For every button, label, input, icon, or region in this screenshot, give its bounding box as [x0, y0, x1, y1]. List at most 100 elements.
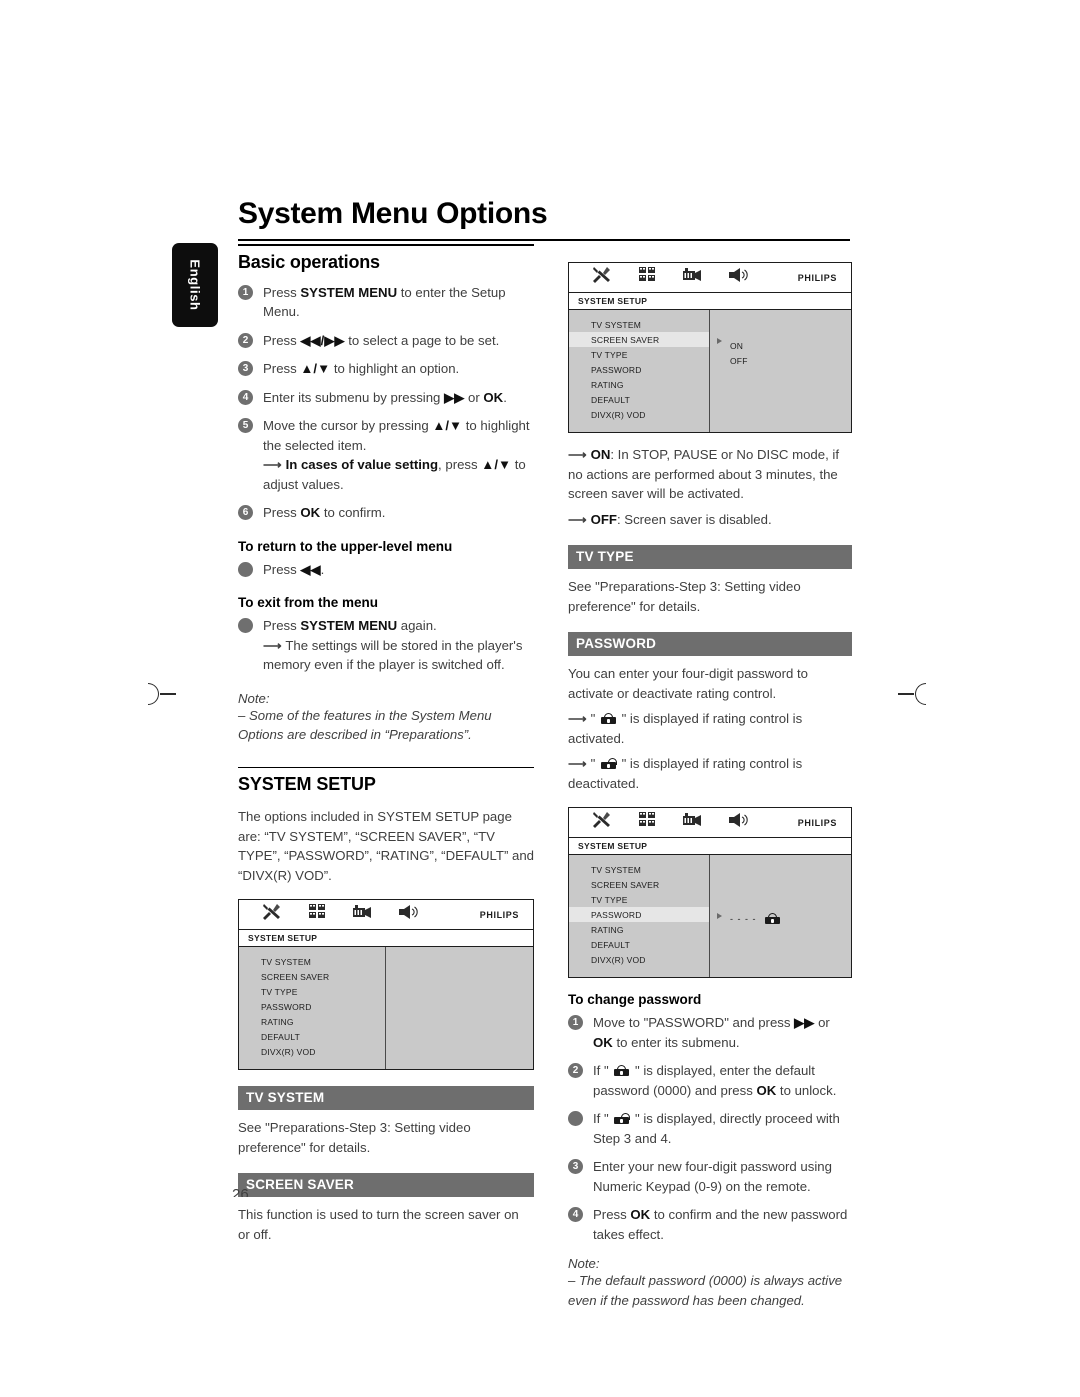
- osd-menu-item[interactable]: SCREEN SAVER: [239, 969, 385, 984]
- step-text: If " " is displayed, enter the default p…: [593, 1063, 837, 1098]
- step-marker: 1: [568, 1015, 583, 1030]
- osd-menu-item[interactable]: PASSWORD: [239, 999, 385, 1014]
- password-deactivated-desc: ⟶ " " is displayed if rating control is …: [568, 756, 803, 791]
- osd-menu-list: TV SYSTEM SCREEN SAVER TV TYPE PASSWORD …: [569, 855, 710, 977]
- language-tab: English: [172, 243, 218, 327]
- tools-icon: [579, 811, 625, 834]
- tv-type-text: See "Preparations-Step 3: Setting video …: [568, 579, 801, 614]
- screen-saver-off-desc: ⟶ OFF: Screen saver is disabled.: [568, 511, 772, 527]
- osd-menu-item[interactable]: RATING: [569, 377, 709, 392]
- osd-menu-item[interactable]: DEFAULT: [569, 392, 709, 407]
- philips-logo: PHILIPS: [797, 817, 837, 828]
- tv-type-band: TV TYPE: [568, 545, 852, 569]
- osd-submenu-item[interactable]: OFF: [710, 353, 851, 368]
- step-item: 4 Enter its submenu by pressing ▶▶ or OK…: [238, 388, 534, 408]
- osd-password-field[interactable]: - - - -: [710, 913, 851, 924]
- osd-submenu: [386, 947, 533, 1069]
- step-item: 5 Move the cursor by pressing ▲/▼ to hig…: [238, 416, 534, 494]
- step-item: 1 Press SYSTEM MENU to enter the Setup M…: [238, 283, 534, 322]
- step-marker: 3: [238, 361, 253, 376]
- osd-menu-item[interactable]: DIVX(R) VOD: [569, 407, 709, 422]
- osd-menu-item-selected[interactable]: PASSWORD: [569, 907, 709, 922]
- step-item: If " " is displayed, directly proceed wi…: [568, 1109, 852, 1148]
- step-text: Move the cursor by pressing ▲/▼ to highl…: [263, 418, 530, 492]
- preference-grid-icon: [295, 904, 341, 925]
- step-text: Press ◀◀/▶▶ to select a page to be set.: [263, 332, 500, 348]
- screen-saver-on-desc: ⟶ ON: In STOP, PAUSE or No DISC mode, if…: [568, 447, 840, 501]
- step-text: Enter your new four-digit password using…: [593, 1159, 832, 1194]
- audio-speaker-icon: [387, 904, 433, 925]
- osd-password-mask: - - - -: [730, 913, 757, 924]
- osd-panes: TV SYSTEM SCREEN SAVER TV TYPE PASSWORD …: [239, 947, 533, 1069]
- change-password-heading: To change password: [568, 992, 702, 1007]
- osd-icon-bar: PHILIPS: [239, 900, 533, 930]
- osd-menu-item[interactable]: DEFAULT: [569, 937, 709, 952]
- page-number: 26: [232, 1186, 249, 1197]
- title-divider: [238, 239, 850, 241]
- step-text: Press ▲/▼ to highlight an option.: [263, 361, 460, 376]
- osd-menu-item[interactable]: PASSWORD: [569, 362, 709, 377]
- osd-cursor-arrow-icon: [717, 913, 722, 919]
- osd-menu-item[interactable]: TV TYPE: [569, 347, 709, 362]
- osd-panes: TV SYSTEM SCREEN SAVER TV TYPE PASSWORD …: [569, 310, 851, 432]
- step-marker: 6: [238, 505, 253, 520]
- system-setup-rule: [238, 766, 534, 768]
- step-item: 2 If " " is displayed, enter the default…: [568, 1061, 852, 1100]
- osd-submenu: - - - -: [710, 855, 851, 977]
- bullet-marker: [238, 618, 253, 633]
- osd-menu-item[interactable]: RATING: [569, 922, 709, 937]
- step-item: 6 Press OK to confirm.: [238, 503, 534, 523]
- osd-menu-item[interactable]: TV TYPE: [569, 892, 709, 907]
- step-marker: 4: [238, 389, 253, 405]
- osd-menu-item-selected[interactable]: SCREEN SAVER: [569, 332, 709, 347]
- exit-menu-item: Press SYSTEM MENU again. ⟶ The settings w…: [238, 616, 534, 675]
- note-label: Note:: [568, 1256, 600, 1271]
- osd-menu-item[interactable]: TV TYPE: [239, 984, 385, 999]
- basic-operations-rule: [238, 244, 534, 246]
- audio-speaker-icon: [717, 812, 763, 833]
- osd-menu-item[interactable]: DIVX(R) VOD: [239, 1044, 385, 1059]
- registration-mark-right: [894, 683, 928, 705]
- step-item: 2 Press ◀◀/▶▶ to select a page to be set…: [238, 331, 534, 351]
- system-setup-intro: The options included in SYSTEM SETUP pag…: [238, 809, 535, 883]
- osd-cursor-arrow-icon: [717, 338, 722, 344]
- video-icon: [671, 812, 717, 833]
- osd-menu-item[interactable]: TV SYSTEM: [239, 954, 385, 969]
- basic-operations-heading: Basic operations: [238, 251, 380, 272]
- step-text: Press SYSTEM MENU to enter the Setup Men…: [263, 284, 506, 320]
- osd-title: SYSTEM SETUP: [569, 293, 851, 310]
- osd-menu-item[interactable]: DEFAULT: [239, 1029, 385, 1044]
- lock-closed-icon: [764, 913, 780, 924]
- step-marker: 2: [568, 1063, 583, 1078]
- step-item: 1 Move to "PASSWORD" and press ▶▶ or OK …: [568, 1013, 852, 1052]
- philips-logo: PHILIPS: [479, 909, 519, 920]
- osd-menu-item[interactable]: RATING: [239, 1014, 385, 1029]
- step-text: Enter its submenu by pressing ▶▶ or OK.: [263, 389, 507, 405]
- tv-system-band: TV SYSTEM: [238, 1086, 534, 1110]
- osd-menu-item[interactable]: DIVX(R) VOD: [569, 952, 709, 967]
- upper-level-text: Press ◀◀.: [263, 561, 325, 577]
- screen-saver-text: This function is used to turn the screen…: [238, 1207, 519, 1242]
- osd-menu-item[interactable]: TV SYSTEM: [569, 317, 709, 332]
- language-tab-label: English: [187, 259, 203, 311]
- exit-menu-heading: To exit from the menu: [238, 595, 379, 610]
- philips-logo: PHILIPS: [797, 272, 837, 283]
- step-item: 3 Enter your new four-digit password usi…: [568, 1157, 852, 1196]
- osd-screenshot-system-setup: PHILIPS SYSTEM SETUP TV SYSTEM SCREEN SA…: [238, 899, 534, 1070]
- osd-submenu-item[interactable]: ON: [710, 338, 851, 353]
- osd-screenshot-password: PHILIPS SYSTEM SETUP TV SYSTEM SCREEN SA…: [568, 807, 852, 978]
- step-text: Move to "PASSWORD" and press ▶▶ or OK to…: [593, 1015, 830, 1050]
- screen-saver-band: SCREEN SAVER: [238, 1173, 534, 1197]
- note-label: Note:: [238, 690, 270, 706]
- manual-page: System Menu Options English Basic operat…: [0, 0, 1080, 1397]
- osd-icon-bar: PHILIPS: [569, 808, 851, 838]
- step-marker: 1: [238, 284, 253, 300]
- right-column: PHILIPS SYSTEM SETUP TV SYSTEM SCREEN SA…: [568, 262, 852, 1310]
- upper-level-heading: To return to the upper-level menu: [238, 538, 453, 554]
- osd-menu-item[interactable]: TV SYSTEM: [569, 862, 709, 877]
- osd-menu-item[interactable]: SCREEN SAVER: [569, 877, 709, 892]
- step-marker: 5: [238, 418, 253, 433]
- osd-panes: TV SYSTEM SCREEN SAVER TV TYPE PASSWORD …: [569, 855, 851, 977]
- bullet-marker: [568, 1111, 583, 1126]
- video-icon: [341, 904, 387, 925]
